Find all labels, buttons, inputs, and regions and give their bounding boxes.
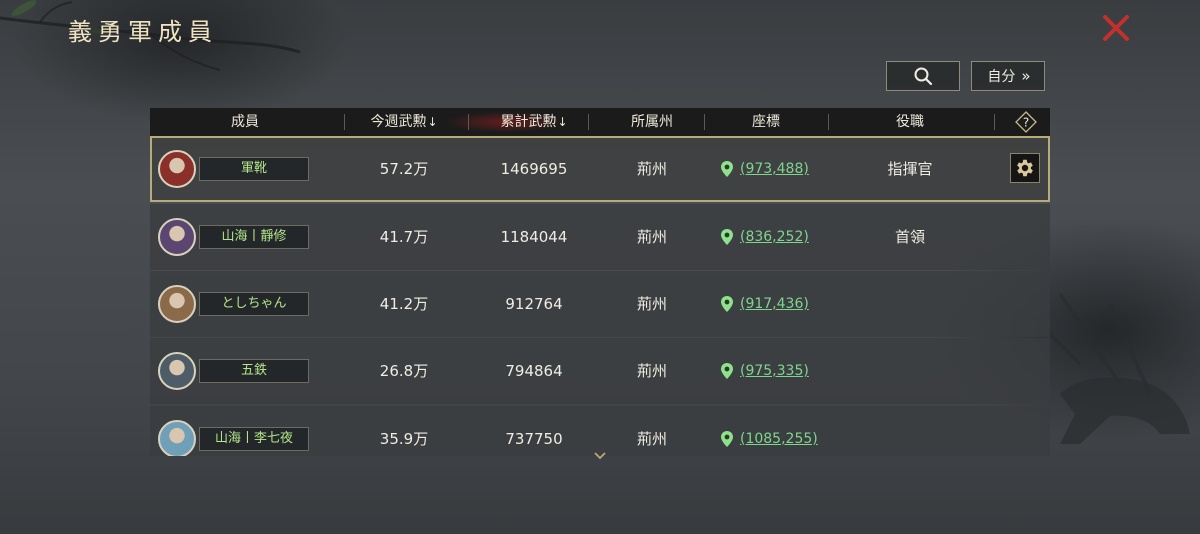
- jump-to-self-button[interactable]: 自分 »: [971, 61, 1045, 91]
- map-pin-icon: [721, 296, 733, 312]
- close-icon: [1103, 15, 1129, 41]
- header-divider: [828, 114, 829, 130]
- total-merit-value: 912764: [505, 295, 563, 313]
- map-pin-icon: [721, 431, 733, 447]
- table-row[interactable]: としちゃん 41.2万 912764 荊州 (917,436): [150, 271, 1050, 337]
- coordinate-text[interactable]: (1085,255): [740, 431, 818, 447]
- map-pin-icon: [721, 161, 733, 177]
- weekly-merit-value: 26.8万: [379, 362, 429, 380]
- role-value: [830, 271, 990, 337]
- member-settings-button[interactable]: [1010, 153, 1040, 183]
- header-total-label: 累計武勲: [500, 114, 557, 130]
- member-table: 成員 今週武勲↓ 累計武勲↓ 所属州 座標 役職 ? 軍靴 57.2万 1469…: [150, 108, 1050, 456]
- member-name[interactable]: 山海丨李七夜: [199, 427, 309, 451]
- member-name[interactable]: 五鉄: [199, 359, 309, 383]
- header-total-merit[interactable]: 累計武勲↓: [472, 108, 596, 136]
- table-row[interactable]: 軍靴 57.2万 1469695 荊州 (973,488) 指揮官: [150, 136, 1050, 202]
- header-role-label: 役職: [896, 114, 924, 130]
- weekly-merit-value: 41.2万: [379, 295, 429, 313]
- coordinate-text[interactable]: (973,488): [740, 161, 809, 177]
- weekly-merit-value: 35.9万: [379, 430, 429, 448]
- gear-icon: [1017, 159, 1033, 177]
- table-row[interactable]: 山海丨靜修 41.7万 1184044 荊州 (836,252) 首領: [150, 204, 1050, 270]
- header-weekly-merit[interactable]: 今週武勲↓: [346, 108, 462, 136]
- map-pin-icon: [721, 229, 733, 245]
- header-divider: [344, 114, 345, 130]
- header-province-label: 所属州: [631, 114, 673, 130]
- total-merit-value: 737750: [505, 430, 563, 448]
- header-divider: [588, 114, 589, 130]
- table-row[interactable]: 五鉄 26.8万 794864 荊州 (975,335): [150, 338, 1050, 404]
- coordinate-link[interactable]: (1085,255): [720, 406, 818, 456]
- role-value: 首領: [894, 228, 925, 246]
- help-icon[interactable]: ?: [1015, 111, 1037, 133]
- avatar[interactable]: [158, 285, 196, 323]
- province-value: 荊州: [636, 160, 667, 178]
- avatar[interactable]: [158, 420, 196, 456]
- province-value: 荊州: [636, 362, 667, 380]
- header-member-label: 成員: [231, 114, 259, 130]
- member-name[interactable]: としちゃん: [199, 292, 309, 316]
- header-coords: 座標: [706, 108, 826, 136]
- header-coords-label: 座標: [752, 114, 780, 130]
- header-divider: [468, 114, 469, 130]
- close-button[interactable]: [1101, 13, 1131, 43]
- header-divider: [994, 114, 995, 130]
- self-button-label: 自分: [987, 69, 1016, 85]
- scroll-down-indicator-icon: [594, 452, 606, 460]
- total-merit-value: 1184044: [500, 228, 568, 246]
- coordinate-link[interactable]: (917,436): [720, 271, 809, 337]
- province-value: 荊州: [636, 228, 667, 246]
- avatar[interactable]: [158, 352, 196, 390]
- coordinate-text[interactable]: (917,436): [740, 296, 809, 312]
- page-title: 義勇軍成員: [68, 18, 218, 46]
- table-row[interactable]: 山海丨李七夜 35.9万 737750 荊州 (1085,255): [150, 406, 1050, 456]
- province-value: 荊州: [636, 430, 667, 448]
- total-merit-value: 794864: [505, 362, 563, 380]
- coordinate-text[interactable]: (975,335): [740, 363, 809, 379]
- province-value: 荊州: [636, 295, 667, 313]
- total-merit-value: 1469695: [500, 160, 568, 178]
- map-pin-icon: [721, 363, 733, 379]
- header-member[interactable]: 成員: [150, 108, 340, 136]
- role-value: [830, 406, 990, 456]
- header-province[interactable]: 所属州: [590, 108, 714, 136]
- double-chevron-right-icon: »: [1021, 67, 1030, 85]
- avatar[interactable]: [158, 218, 196, 256]
- svg-text:?: ?: [1023, 116, 1029, 130]
- header-divider: [704, 114, 705, 130]
- search-icon: [914, 67, 933, 86]
- coordinate-link[interactable]: (973,488): [720, 136, 809, 202]
- role-value: 指揮官: [887, 160, 933, 178]
- header-role: 役職: [830, 108, 990, 136]
- sort-arrow-icon: ↓: [557, 115, 568, 129]
- coordinate-link[interactable]: (975,335): [720, 338, 809, 404]
- member-name[interactable]: 軍靴: [199, 157, 309, 181]
- table-header: 成員 今週武勲↓ 累計武勲↓ 所属州 座標 役職 ?: [150, 108, 1050, 136]
- header-weekly-label: 今週武勲: [370, 114, 427, 130]
- role-value: [830, 338, 990, 404]
- sort-arrow-icon: ↓: [427, 115, 438, 129]
- weekly-merit-value: 41.7万: [379, 228, 429, 246]
- member-name[interactable]: 山海丨靜修: [199, 225, 309, 249]
- avatar[interactable]: [158, 150, 196, 188]
- coordinate-text[interactable]: (836,252): [740, 229, 809, 245]
- weekly-merit-value: 57.2万: [379, 160, 429, 178]
- coordinate-link[interactable]: (836,252): [720, 204, 809, 270]
- search-button[interactable]: [886, 61, 960, 91]
